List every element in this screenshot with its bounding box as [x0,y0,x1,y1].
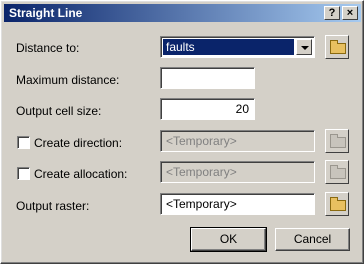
distance-to-dropdown[interactable]: faults [160,36,315,58]
cell-size-label: Output cell size: [16,104,102,118]
create-direction-label: Create direction: [34,136,123,150]
folder-open-icon [330,197,346,211]
dialog-title: Straight Line [9,6,83,20]
distance-to-browse-button[interactable] [325,35,349,59]
direction-browse-button[interactable] [325,129,349,153]
close-button[interactable]: × [342,6,358,20]
output-raster-input[interactable]: <Temporary> [160,193,315,215]
chevron-down-icon[interactable] [296,39,312,55]
create-allocation-checkbox[interactable] [17,167,30,180]
direction-output-input[interactable]: <Temporary> [160,130,315,152]
distance-to-value: faults [163,39,294,55]
allocation-browse-button[interactable] [325,160,349,184]
folder-open-icon [330,40,346,54]
straight-line-dialog: Straight Line ? × Distance to: faults Ma… [0,0,364,264]
distance-to-label: Distance to: [16,41,80,55]
folder-open-icon [330,165,346,179]
allocation-output-input[interactable]: <Temporary> [160,161,315,183]
help-button[interactable]: ? [324,6,340,20]
ok-button[interactable]: OK [190,227,267,252]
create-allocation-label: Create allocation: [34,167,128,181]
output-raster-label: Output raster: [16,199,90,213]
cancel-button[interactable]: Cancel [275,228,350,251]
cell-size-input[interactable]: 20 [160,98,255,120]
output-raster-browse-button[interactable] [325,192,349,216]
title-bar: Straight Line ? × [4,4,361,22]
max-distance-input[interactable] [160,67,255,89]
folder-open-icon [330,134,346,148]
max-distance-label: Maximum distance: [16,73,120,87]
create-direction-checkbox[interactable] [17,136,30,149]
